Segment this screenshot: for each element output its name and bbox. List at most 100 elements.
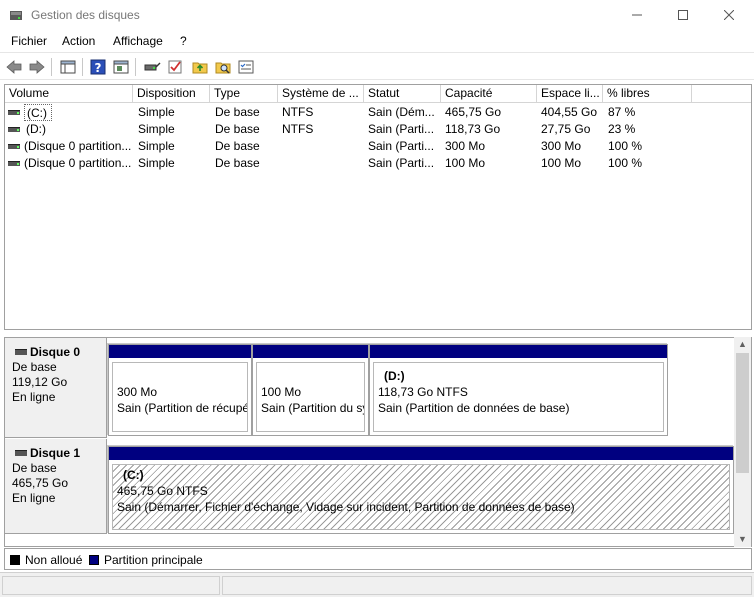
maximize-icon	[678, 10, 688, 20]
disk-1-partitions: (C:) 465,75 Go NTFS Sain (Démarrer, Fich…	[107, 445, 734, 534]
volume-disposition: Simple	[138, 139, 175, 153]
disk-icon	[15, 450, 27, 456]
disk-1-type: De base	[12, 461, 57, 475]
disk-0-name: Disque 0	[12, 345, 106, 360]
volume-file-system: NTFS	[282, 105, 314, 119]
connect-disk-icon[interactable]	[143, 58, 161, 76]
volume-percent-free: 100 %	[608, 139, 643, 153]
disk-management-app-icon	[10, 11, 22, 20]
partition-label: (D:)	[384, 369, 405, 383]
volume-type: De base	[215, 122, 260, 136]
column-capacity[interactable]: Capacité	[441, 85, 537, 103]
partition-recovery-details: 300 Mo Sain (Partition de récupé	[112, 362, 248, 432]
partition-d[interactable]: (D:) 118,73 Go NTFS Sain (Partition de d…	[369, 344, 668, 436]
disk-graphical-view[interactable]: Disque 0 De base 119,12 Go En ligne 300 …	[4, 337, 752, 547]
volume-percent-free: 87 %	[608, 105, 636, 119]
status-pane	[222, 576, 752, 595]
volume-percent-free: 100 %	[608, 156, 643, 170]
volume-disposition: Simple	[138, 122, 175, 136]
column-free-space[interactable]: Espace li...	[537, 85, 603, 103]
settings-list-icon[interactable]	[237, 58, 255, 76]
volume-status: Sain (Dém...	[368, 105, 435, 119]
partition-recovery[interactable]: 300 Mo Sain (Partition de récupé	[108, 344, 252, 436]
volume-capacity: 300 Mo	[445, 139, 486, 153]
volume-row[interactable]: (D:) Simple De base NTFS Sain (Parti... …	[5, 121, 751, 138]
volume-row[interactable]: (Disque 0 partition... Simple De base Sa…	[5, 138, 751, 155]
folder-up-icon[interactable]	[191, 58, 209, 76]
volume-percent-free: 23 %	[608, 122, 636, 136]
scroll-up-icon[interactable]: ▲	[738, 340, 747, 349]
partition-status: Sain (Démarrer, Fichier d'échange, Vidag…	[117, 500, 575, 514]
checklist-icon[interactable]	[166, 58, 184, 76]
menu-fichier[interactable]: Fichier	[11, 34, 47, 48]
menu-action[interactable]: Action	[62, 34, 95, 48]
volume-type: De base	[215, 156, 260, 170]
volume-list[interactable]: Volume Disposition Type Système de ... S…	[4, 84, 752, 330]
disk-0-state: En ligne	[12, 390, 56, 404]
disk-0-type: De base	[12, 360, 57, 374]
disk-0-label[interactable]: Disque 0 De base 119,12 Go En ligne	[5, 338, 107, 438]
svg-text:?: ?	[95, 61, 102, 75]
toolbar-separator	[135, 58, 136, 76]
volume-row[interactable]: (Disque 0 partition... Simple De base Sa…	[5, 155, 751, 172]
partition-label: (C:)	[123, 468, 144, 482]
legend-primary-swatch	[89, 555, 99, 565]
partition-size: 100 Mo	[261, 385, 302, 399]
console-tree-icon[interactable]	[59, 58, 77, 76]
scrollbar-thumb[interactable]	[736, 353, 749, 473]
column-volume[interactable]: Volume	[5, 85, 133, 103]
partition-status: Sain (Partition de données de base)	[378, 401, 570, 415]
volume-free-space: 27,75 Go	[541, 122, 591, 136]
properties-window-icon[interactable]	[112, 58, 130, 76]
legend-primary-label: Partition principale	[104, 553, 203, 567]
close-icon	[724, 10, 734, 20]
volume-name: (Disque 0 partition...	[24, 139, 132, 153]
status-pane	[2, 576, 220, 595]
maximize-button[interactable]	[660, 0, 706, 30]
volume-icon	[8, 127, 20, 132]
back-arrow-icon[interactable]	[5, 58, 23, 76]
disk-1-state: En ligne	[12, 491, 56, 505]
partition-size: 118,73 Go NTFS	[378, 385, 468, 399]
disk-1-name: Disque 1	[12, 446, 106, 461]
column-percent-free[interactable]: % libres	[603, 85, 692, 103]
volume-file-system: NTFS	[282, 122, 314, 136]
scroll-down-icon[interactable]: ▼	[738, 535, 747, 544]
menu-affichage[interactable]: Affichage	[113, 34, 163, 48]
partition-status: Sain (Partition du sy	[261, 401, 365, 415]
forward-arrow-icon[interactable]	[28, 58, 46, 76]
partition-system[interactable]: 100 Mo Sain (Partition du sy	[252, 344, 369, 436]
volume-status: Sain (Parti...	[368, 156, 435, 170]
column-file-system[interactable]: Système de ...	[278, 85, 364, 103]
legend-unallocated-label: Non alloué	[25, 553, 83, 567]
column-status[interactable]: Statut	[364, 85, 441, 103]
volume-type: De base	[215, 139, 260, 153]
minimize-button[interactable]	[614, 0, 660, 30]
help-icon[interactable]: ?	[89, 58, 107, 76]
volume-free-space: 300 Mo	[541, 139, 582, 153]
disk-1-label[interactable]: Disque 1 De base 465,75 Go En ligne	[5, 439, 107, 534]
graphview-scrollbar[interactable]: ▲ ▼	[734, 337, 751, 547]
volume-capacity: 465,75 Go	[445, 105, 502, 119]
volume-disposition: Simple	[138, 156, 175, 170]
menu-help[interactable]: ?	[180, 34, 187, 48]
partition-c[interactable]: (C:) 465,75 Go NTFS Sain (Démarrer, Fich…	[108, 446, 734, 534]
partition-system-details: 100 Mo Sain (Partition du sy	[256, 362, 365, 432]
volume-icon	[8, 161, 20, 166]
volume-list-header: Volume Disposition Type Système de ... S…	[5, 85, 751, 103]
primary-partition-bar	[109, 345, 251, 358]
minimize-icon	[632, 14, 642, 16]
primary-partition-bar	[253, 345, 368, 358]
column-disposition[interactable]: Disposition	[133, 85, 210, 103]
partition-size: 300 Mo	[117, 385, 158, 399]
toolbar-separator	[82, 58, 83, 76]
close-button[interactable]	[706, 0, 752, 30]
column-type[interactable]: Type	[210, 85, 278, 103]
partition-d-details: (D:) 118,73 Go NTFS Sain (Partition de d…	[373, 362, 664, 432]
volume-name: (C:)	[24, 104, 52, 121]
legend-unallocated-swatch	[10, 555, 20, 565]
toolbar: ?	[0, 52, 754, 80]
volume-free-space: 404,55 Go	[541, 105, 598, 119]
folder-search-icon[interactable]	[214, 58, 232, 76]
volume-row[interactable]: (C:) Simple De base NTFS Sain (Dém... 46…	[5, 104, 751, 121]
